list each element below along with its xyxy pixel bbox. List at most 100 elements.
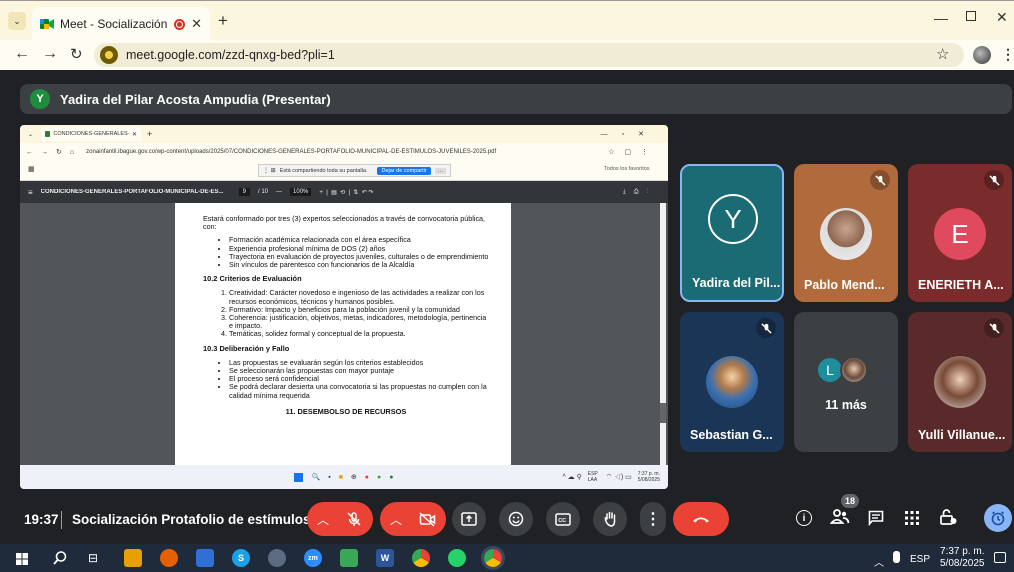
- pdf-zoom: 100%: [290, 188, 312, 196]
- close-tab-icon[interactable]: ✕: [191, 16, 202, 32]
- sharing-notice: ⋮ ⊞ Está compartiendo toda su pantalla. …: [258, 164, 452, 177]
- stop-sharing-button[interactable]: Dejar de compartir: [377, 166, 431, 175]
- pdf-heading: 10.3 Deliberación y Fallo: [203, 343, 290, 353]
- whatsapp-icon[interactable]: [448, 549, 466, 567]
- new-tab-icon[interactable]: +: [218, 12, 228, 29]
- list-item: Sin vínculos de parentesco con funcionar…: [229, 260, 489, 269]
- shared-tab-title: CONDICIONES-GENERALES-PO: [53, 131, 129, 137]
- mic-off-icon: [984, 318, 1004, 338]
- participant-name: Yulli Villanue...: [918, 428, 1006, 442]
- participant-tile-yadira[interactable]: Y Yadira del Pil...: [680, 164, 784, 302]
- mic-off-icon: [347, 512, 361, 526]
- camera-toggle-button[interactable]: [408, 502, 446, 536]
- tab-title: Meet - Socialización Protafo: [60, 17, 168, 31]
- meeting-info-icon[interactable]: i: [796, 510, 812, 526]
- firefox-icon[interactable]: [160, 549, 178, 567]
- shared-taskbar: 🔍 ▪ ■ ⊕ ● ● ● ^ ☁ ⚲ ESP LAA ⌔ ◁) ▭ 7:37 p. m. …: [20, 465, 668, 489]
- clock[interactable]: 7:37 p. m. 5/08/2025: [940, 546, 985, 570]
- file-explorer-icon[interactable]: [124, 549, 142, 567]
- participant-avatar: Y: [708, 194, 758, 244]
- forward-icon[interactable]: →: [42, 45, 58, 63]
- mic-off-icon: [984, 170, 1004, 190]
- participant-photo: [706, 356, 758, 408]
- skype-icon[interactable]: S: [232, 549, 250, 567]
- meet-favicon-icon: [40, 18, 54, 30]
- people-icon[interactable]: [829, 508, 850, 531]
- mic-off-icon: [870, 170, 890, 190]
- browser-menu-icon[interactable]: ⋮: [1001, 46, 1014, 63]
- more-options-button[interactable]: ⋮: [640, 502, 666, 536]
- clock-date: 5/08/2025: [940, 558, 985, 569]
- tab-list-icon[interactable]: ⌄: [8, 12, 26, 30]
- back-icon[interactable]: ←: [14, 45, 30, 63]
- participant-tile-sebastian[interactable]: Sebastian G...: [680, 312, 784, 452]
- raise-hand-button[interactable]: [593, 502, 627, 536]
- start-icon[interactable]: [16, 552, 28, 570]
- recording-indicator-icon: [174, 18, 186, 30]
- participant-tile-yulli[interactable]: Yulli Villanue...: [908, 312, 1012, 452]
- restore-icon[interactable]: [966, 11, 976, 21]
- svg-text:CC: CC: [558, 518, 566, 524]
- chat-icon[interactable]: [868, 510, 884, 531]
- task-view-icon[interactable]: ⊟: [88, 551, 98, 565]
- pdf-page-total: / 10: [258, 189, 269, 195]
- pdf-list-3: Las propuestas se evaluarán según los cr…: [229, 358, 489, 400]
- present-icon: [461, 512, 477, 526]
- list-item: Creatividad: Carácter novedoso e ingenio…: [229, 289, 489, 306]
- participant-name: ENERIETH A...: [918, 278, 1004, 292]
- browser-tab[interactable]: Meet - Socialización Protafo ✕: [32, 7, 210, 41]
- captions-icon: CC: [555, 512, 571, 526]
- address-bar[interactable]: meet.google.com/zzd-qnxg-bed?pli=1 ☆: [94, 43, 964, 67]
- notifications-icon[interactable]: [994, 552, 1006, 563]
- search-icon[interactable]: [52, 550, 68, 571]
- app-icon[interactable]: [268, 549, 286, 567]
- all-bookmarks: Todos los favoritos: [604, 166, 650, 172]
- leave-call-button[interactable]: [673, 502, 729, 536]
- store-icon[interactable]: [196, 549, 214, 567]
- close-window-icon[interactable]: ✕: [996, 9, 1008, 26]
- present-screen-button[interactable]: [452, 502, 486, 536]
- shared-address-bar: ← → ↻ ⌂ zonainfantil.ibague.gov.co/wp-conte…: [20, 143, 668, 161]
- presenter-avatar: Y: [30, 89, 50, 109]
- site-info-icon[interactable]: [100, 46, 118, 64]
- reload-icon[interactable]: ↻: [70, 45, 83, 63]
- chevron-up-icon: ︿: [389, 512, 402, 527]
- hand-icon: [604, 511, 615, 527]
- mic-off-icon: [756, 318, 776, 338]
- host-controls-icon[interactable]: [939, 508, 957, 531]
- timer-icon[interactable]: [984, 504, 1012, 532]
- captions-button[interactable]: CC: [546, 502, 580, 536]
- profile-avatar[interactable]: [973, 46, 991, 64]
- chevron-up-icon: ︿: [316, 512, 329, 527]
- shared-url-text: zonainfantil.ibague.gov.co/wp-content/up…: [86, 149, 497, 155]
- more-vert-icon: ⋮: [645, 511, 661, 528]
- chrome-icon[interactable]: [412, 549, 430, 567]
- pdf-page: Estará conformado por tres (3) expertos …: [175, 203, 511, 471]
- pdf-scrollbar[interactable]: [660, 203, 666, 465]
- participant-tile-pablo[interactable]: Pablo Mend...: [794, 164, 898, 302]
- pdf-list-1: Formación académica relacionada con el á…: [229, 236, 489, 269]
- mic-tray-icon[interactable]: [893, 551, 900, 563]
- zoom-icon[interactable]: zm: [304, 549, 322, 567]
- download-icon[interactable]: [340, 549, 358, 567]
- microphone-toggle-button[interactable]: [335, 502, 373, 536]
- hang-up-icon: [693, 517, 709, 523]
- windows-taskbar: ⊟: [0, 544, 1014, 572]
- word-icon[interactable]: W: [376, 549, 394, 567]
- participant-tile-more[interactable]: L 11 más: [794, 312, 898, 452]
- pdf-page-current: 9: [238, 188, 251, 196]
- minimize-icon[interactable]: —: [934, 10, 948, 26]
- url-text: meet.google.com/zzd-qnxg-bed?pli=1: [126, 48, 335, 62]
- pdf-heading: 11. DESEMBOLSO DE RECURSOS: [285, 406, 407, 416]
- meeting-time: 19:37: [24, 512, 59, 527]
- activities-icon[interactable]: [905, 511, 919, 530]
- shared-screen[interactable]: ⌄ CONDICIONES-GENERALES-PO ✕ + —▫✕ ←→↻⌂ …: [20, 125, 668, 489]
- participant-tile-enerieth[interactable]: E ENERIETH A...: [908, 164, 1012, 302]
- shared-taskbar-date: 5/08/2025: [637, 477, 660, 483]
- language-indicator[interactable]: ESP: [910, 554, 930, 565]
- reactions-button[interactable]: [499, 502, 533, 536]
- chrome-active-icon[interactable]: [481, 546, 505, 570]
- list-item: Coherencia: justificación, objetivos, me…: [229, 313, 489, 330]
- tray-chevron-icon[interactable]: ︿: [874, 554, 884, 569]
- bookmark-star-icon[interactable]: ☆: [936, 45, 949, 63]
